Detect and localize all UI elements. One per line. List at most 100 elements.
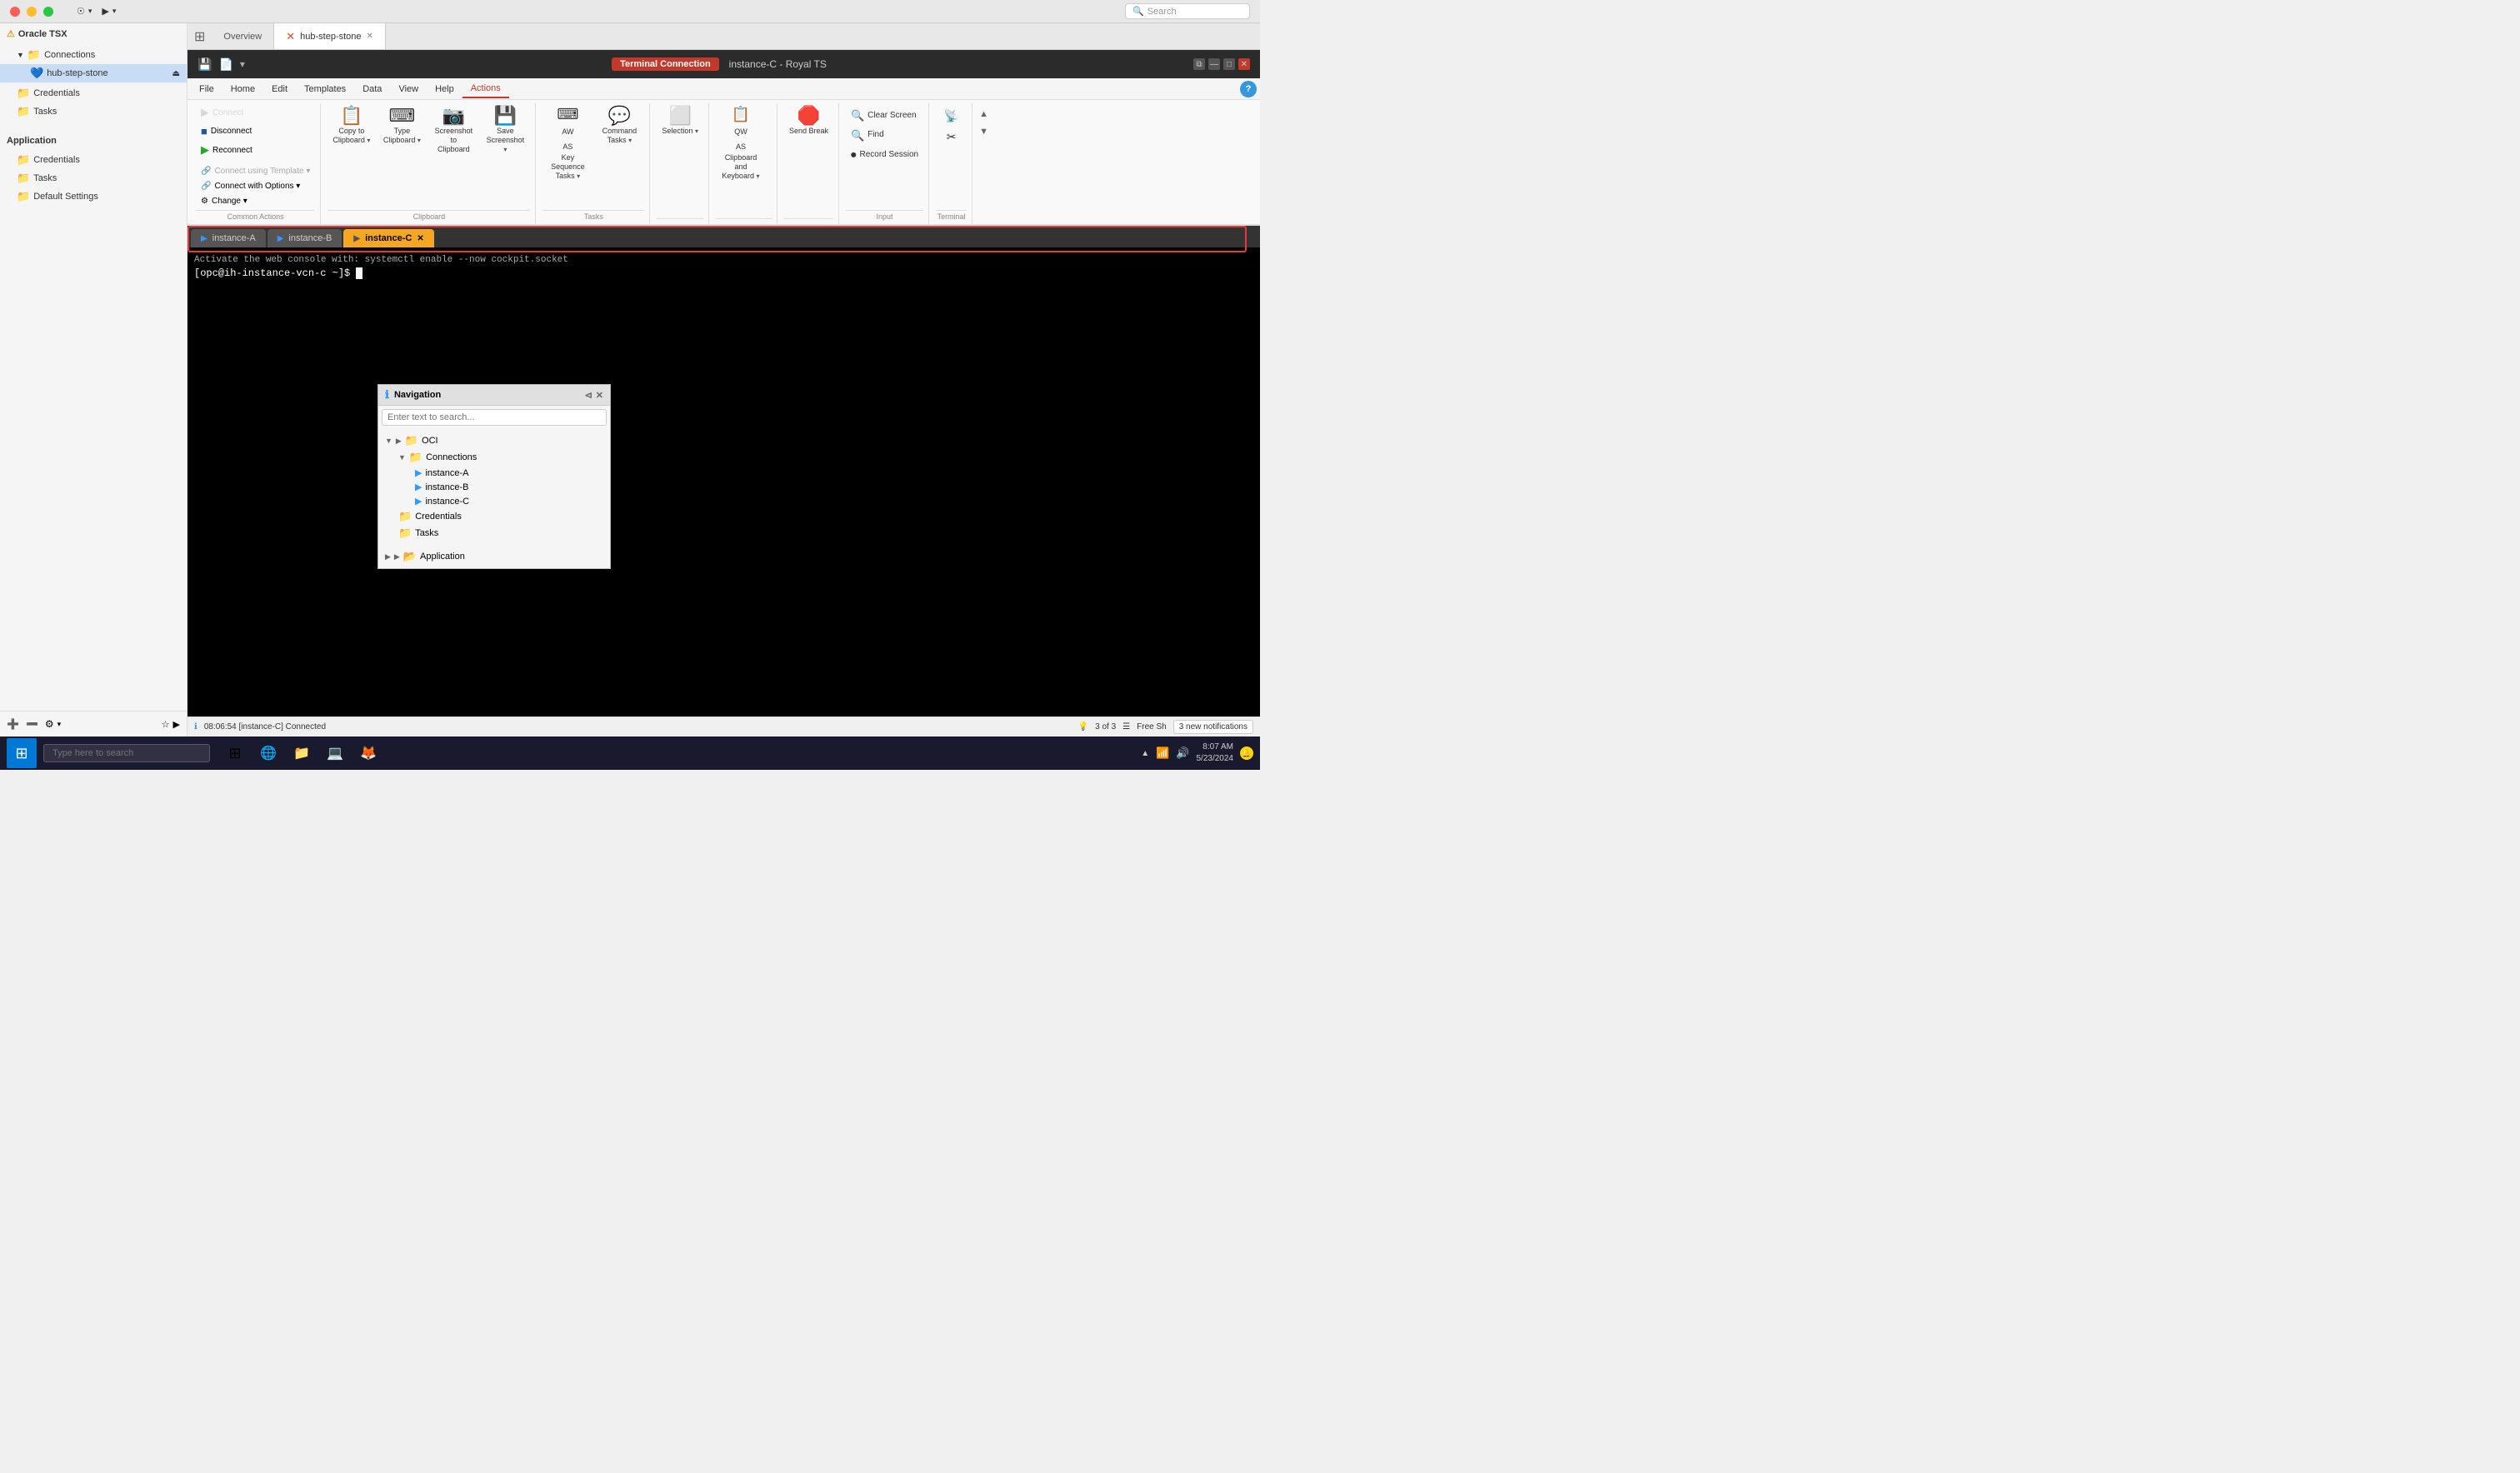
help-button[interactable]: ? [1240,81,1257,97]
list-icon: ☰ [1122,722,1130,732]
chevron-icon: ▼ [17,51,24,59]
sidebar-item-tasks[interactable]: 📁 Tasks [0,102,187,121]
send-break-btn[interactable]: 🛑 Send Break [784,103,833,139]
change-btn[interactable]: ⚙ Change ▾ [196,194,252,208]
taskbar-apps: ⊞ 🌐 📁 💻 🦊 [220,738,383,768]
clipboard-keyboard-btn[interactable]: 📋QWAS Clipboard and Keyboard ▾ [716,103,766,183]
terminal-area[interactable]: Activate the web console with: systemctl… [188,247,1260,717]
mac-close-btn[interactable] [10,7,20,17]
inst-b-label: instance-B [425,482,468,492]
tab-close-icon[interactable]: ✕ [367,32,373,41]
ribbon-tab-home[interactable]: Home [222,81,263,97]
mac-maximize-btn[interactable] [43,7,53,17]
ribbon-tab-file[interactable]: File [191,81,222,97]
sidebar-item-connections[interactable]: ▼ 📁 Connections [0,46,187,64]
taskbar-app-view[interactable]: ⊞ [220,738,250,768]
sidebar-item-default-settings[interactable]: 📁 Default Settings [0,187,187,206]
filter-icon[interactable]: ⊲ [585,390,592,401]
conn-dropdown[interactable]: ▾ [240,58,245,70]
add-icon[interactable]: ➕ [7,718,19,730]
notification-icon[interactable]: 🔔 [1240,746,1253,760]
nav-application[interactable]: ▶ ▶ 📂 Application [382,548,607,565]
sidebar-item-app-tasks[interactable]: 📁 Tasks [0,169,187,187]
mac-search[interactable]: 🔍 Search [1125,3,1250,19]
clear-screen-btn[interactable]: 🔍 Clear Screen [846,107,923,125]
ribbon-group-terminal: 📡 ✂ Terminal [931,103,972,224]
play-sidebar-icon[interactable]: ▶ [173,719,180,730]
ribbon-tab-actions[interactable]: Actions [462,80,509,98]
save-screenshot-btn[interactable]: 💾 Save Screenshot ▾ [480,103,530,157]
session-tab-close-icon[interactable]: ✕ [417,234,423,243]
key-sequence-btn[interactable]: ⌨AWAS Key Sequence Tasks ▾ [542,103,592,183]
nav-instance-a[interactable]: ▶ instance-A [382,466,607,480]
selection-btn[interactable]: ⬜ Selection ▾ [657,103,703,139]
terminal-btn2[interactable]: ✂ [942,127,962,147]
connect-using-template-btn[interactable]: 🔗 Connect using Template ▾ [196,164,315,178]
connect-btn[interactable]: ▶ Connect [196,103,248,122]
nav-tasks[interactable]: 📁 Tasks [382,525,607,542]
navigation-panel: ℹ Navigation ⊲ ✕ ▼ ▶ 📁 OCI [378,384,611,569]
nav-search-input[interactable] [382,409,607,426]
reconnect-btn[interactable]: ▶ Reconnect [196,141,258,159]
nav-oci[interactable]: ▼ ▶ 📁 OCI [382,432,607,449]
connect-options-btn[interactable]: 🔗 Connect with Options ▾ [196,179,305,193]
taskbar-app-terminal[interactable]: 💻 [320,738,350,768]
taskbar-app-edge[interactable]: 🌐 [253,738,283,768]
input-group-label: Input [846,210,923,221]
tasks-label: Tasks [33,107,57,117]
terminal-btn1[interactable]: 📡 [939,107,963,126]
win-minimize-btn[interactable]: — [1208,58,1220,70]
copy-label: Copy toClipboard ▾ [332,127,370,145]
find-btn[interactable]: 🔍 Find [846,127,923,145]
command-tasks-btn[interactable]: 💬 Command Tasks ▾ [594,103,644,148]
app-chevron: ▶ [385,552,391,562]
sidebar-item-credentials[interactable]: 📁 Credentials [0,84,187,102]
session-tab-instance-c[interactable]: ▶ instance-C ✕ [343,229,433,247]
app-container: ⚠ Oracle TSX ▼ 📁 Connections 💙 hub-step-… [0,23,1260,736]
ribbon-tab-view[interactable]: View [390,81,427,97]
ribbon-tab-data[interactable]: Data [354,81,390,97]
screenshot-clipboard-btn[interactable]: 📷 Screenshot to Clipboard [428,103,478,157]
minus-icon[interactable]: ➖ [26,718,38,730]
nav-dropdown[interactable]: ▾ [88,7,92,16]
ribbon-tab-templates[interactable]: Templates [296,81,354,97]
session-tab-instance-a[interactable]: ▶ instance-A [191,229,266,247]
win-maximize-btn[interactable]: □ [1223,58,1235,70]
nav-credentials[interactable]: 📁 Credentials [382,508,607,525]
taskbar-app-fox[interactable]: 🦊 [353,738,383,768]
app-cred-label: Credentials [33,155,80,165]
disconnect-btn[interactable]: ■ Disconnect [196,122,257,140]
nav-back[interactable]: ☉ [77,6,85,17]
play-btn[interactable]: ▶ [102,6,108,17]
settings-icon[interactable]: ⚙ [45,718,54,730]
scroll-up-btn[interactable]: ▲ [974,107,993,122]
tray-arrow[interactable]: ▲ [1141,749,1149,758]
nav-instance-b[interactable]: ▶ instance-B [382,480,607,494]
taskbar-search-input[interactable] [43,744,210,762]
win-close-btn[interactable]: ✕ [1238,58,1250,70]
type-clipboard-btn[interactable]: ⌨ Type Clipboard ▾ [377,103,427,148]
nav-close-icon[interactable]: ✕ [596,390,603,401]
session-tab-instance-b[interactable]: ▶ instance-B [268,229,342,247]
copy-to-clipboard-btn[interactable]: 📋 Copy toClipboard ▾ [328,103,375,148]
record-session-btn[interactable]: ⏺ Record Session [846,146,923,164]
credentials-label: Credentials [33,88,80,98]
inst-a-tab-icon: ▶ [201,234,208,243]
start-button[interactable]: ⊞ [7,738,37,768]
win-restore-btn[interactable]: ⧉ [1193,58,1205,70]
sidebar-item-app-credentials[interactable]: 📁 Credentials [0,151,187,169]
sidebar-item-hub-step-stone[interactable]: 💙 hub-step-stone ⏏ [0,64,187,82]
star-icon[interactable]: ☆ [162,719,170,730]
ribbon-tab-edit[interactable]: Edit [263,81,296,97]
down-arrow-icon[interactable]: ▾ [58,720,62,729]
tab-hub-step-stone[interactable]: ✕ hub-step-stone ✕ [274,23,386,49]
nav-instance-c[interactable]: ▶ instance-C [382,494,607,508]
ribbon-tab-help[interactable]: Help [427,81,462,97]
scroll-down-btn[interactable]: ▼ [974,124,993,140]
nav-connections[interactable]: ▼ 📁 Connections [382,449,607,466]
inst-c-label: instance-C [425,497,469,507]
tab-overview[interactable]: Overview [212,23,274,49]
mac-minimize-btn[interactable] [27,7,37,17]
play-dropdown[interactable]: ▾ [112,7,117,16]
taskbar-app-explorer[interactable]: 📁 [287,738,317,768]
